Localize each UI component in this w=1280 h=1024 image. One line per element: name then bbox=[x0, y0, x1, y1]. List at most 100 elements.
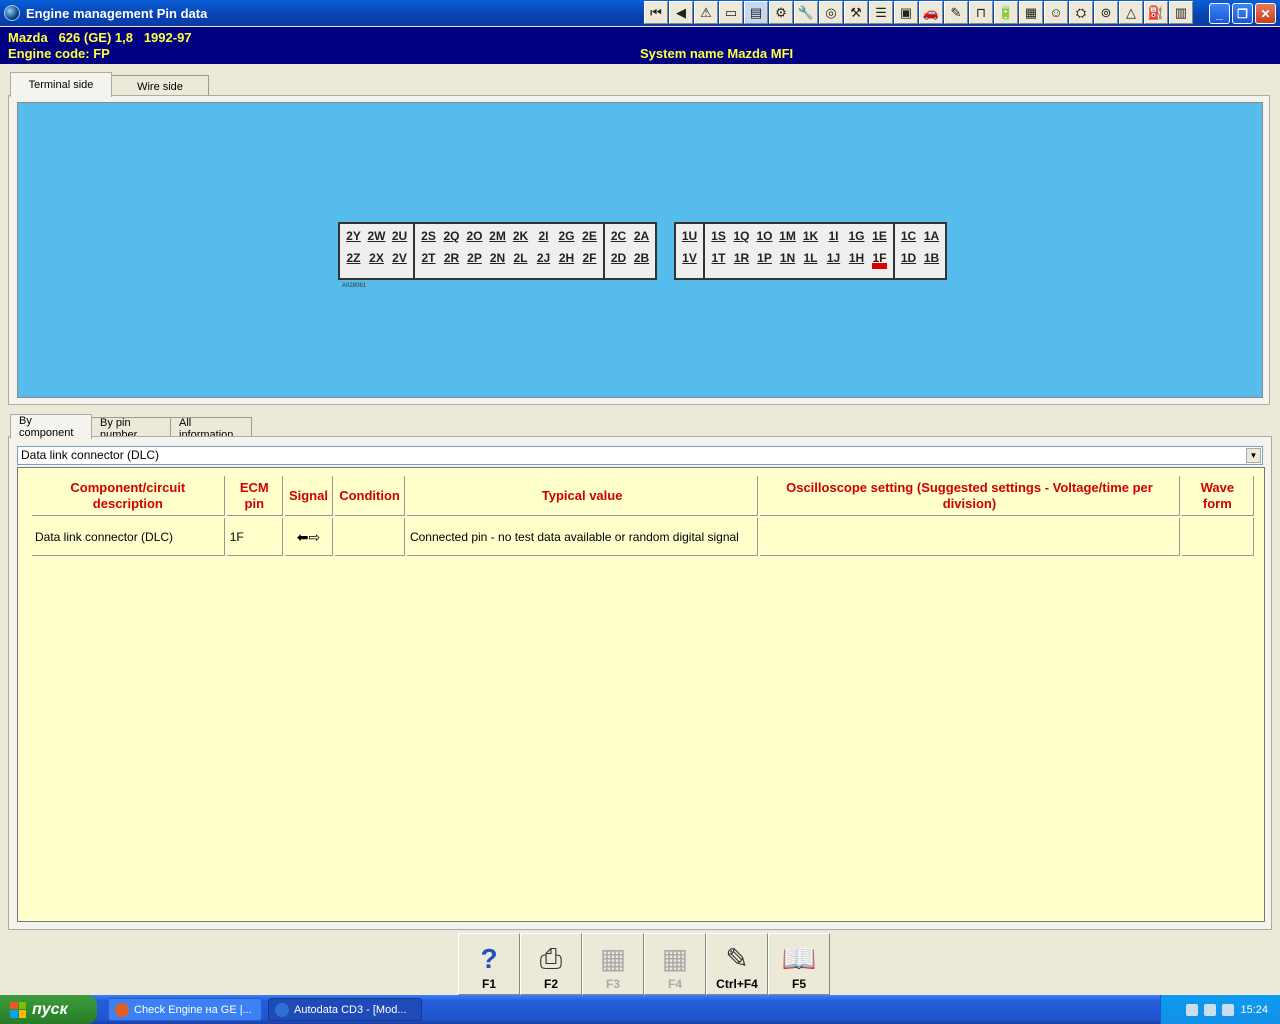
pin-2y[interactable]: 2Y bbox=[344, 226, 363, 248]
service-icon[interactable]: ⛭ bbox=[1069, 1, 1093, 24]
car-icon[interactable]: 🚗 bbox=[919, 1, 943, 24]
tab-wire-side[interactable]: Wire side bbox=[111, 75, 209, 97]
pin-2g[interactable]: 2G bbox=[557, 226, 576, 248]
pin-2u[interactable]: 2U bbox=[390, 226, 409, 248]
gear-icon[interactable]: ⚙ bbox=[769, 1, 793, 24]
close-button[interactable]: ✕ bbox=[1255, 3, 1276, 24]
pin-2k[interactable]: 2K bbox=[511, 226, 530, 248]
connector-diagram: 2Y 2Z 2W 2X 2U 2V 2S 2T 2Q 2R 2O 2P 2M 2N 2K 2L 2I 2J 2G 2H… bbox=[17, 102, 1263, 398]
pin-1p[interactable]: 1P bbox=[755, 248, 774, 270]
fkey-label: Ctrl+F4 bbox=[716, 977, 758, 991]
warning-icon[interactable]: ⚠ bbox=[694, 1, 718, 24]
volume-icon[interactable] bbox=[1204, 1003, 1217, 1016]
pin-2a[interactable]: 2A bbox=[632, 226, 651, 248]
pin-2d[interactable]: 2D bbox=[609, 248, 628, 270]
tyre-icon[interactable]: ⊚ bbox=[1094, 1, 1118, 24]
pin-1v[interactable]: 1V bbox=[680, 248, 699, 270]
fkey-f5[interactable]: 📖 F5 bbox=[768, 933, 830, 995]
pin-1c[interactable]: 1C bbox=[899, 226, 918, 248]
start-button[interactable]: пуск bbox=[0, 995, 97, 1024]
fkey-f1[interactable]: ? F1 bbox=[458, 933, 520, 995]
diagram-icon[interactable]: ▤ bbox=[744, 1, 768, 24]
pin-1k[interactable]: 1K bbox=[801, 226, 820, 248]
pin-2q[interactable]: 2Q bbox=[442, 226, 461, 248]
pin-1o[interactable]: 1O bbox=[755, 226, 774, 248]
triangle-icon[interactable]: △ bbox=[1119, 1, 1143, 24]
table-row[interactable]: Data link connector (DLC) 1F ⬅⇨ Connecte… bbox=[32, 518, 1254, 556]
pin-2w[interactable]: 2W bbox=[367, 226, 386, 248]
pin-2n[interactable]: 2N bbox=[488, 248, 507, 270]
chevron-down-icon[interactable]: ▼ bbox=[1246, 448, 1261, 463]
tab-by-component[interactable]: By component bbox=[10, 414, 92, 439]
pin-1l[interactable]: 1L bbox=[801, 248, 820, 270]
pin-1b[interactable]: 1B bbox=[922, 248, 941, 270]
maximize-button[interactable]: ❐ bbox=[1232, 3, 1253, 24]
pin-1h[interactable]: 1H bbox=[847, 248, 866, 270]
pin-1e[interactable]: 1E bbox=[870, 226, 889, 248]
fkey-label: F3 bbox=[605, 977, 620, 991]
pin-2l[interactable]: 2L bbox=[511, 248, 530, 270]
pin-1j[interactable]: 1J bbox=[824, 248, 843, 270]
pin-2z[interactable]: 2Z bbox=[344, 248, 363, 270]
pin-2h[interactable]: 2H bbox=[557, 248, 576, 270]
first-icon[interactable]: ⏮ bbox=[644, 1, 668, 24]
tab-label: By component bbox=[19, 415, 74, 439]
pin-1m[interactable]: 1M bbox=[778, 226, 797, 248]
pin-1d[interactable]: 1D bbox=[899, 248, 918, 270]
pin-2e[interactable]: 2E bbox=[580, 226, 599, 248]
engine-icon[interactable]: ⛽ bbox=[1144, 1, 1168, 24]
language-icon[interactable] bbox=[1222, 1003, 1235, 1016]
view-tabs: Terminal side Wire side bbox=[10, 72, 209, 97]
pin-2f[interactable]: 2F bbox=[580, 248, 599, 270]
pin-2x[interactable]: 2X bbox=[367, 248, 386, 270]
pin-2s[interactable]: 2S bbox=[419, 226, 438, 248]
pin-2b[interactable]: 2B bbox=[632, 248, 651, 270]
back-icon[interactable]: ◀ bbox=[669, 1, 693, 24]
component-select[interactable]: Data link connector (DLC) ▼ bbox=[17, 446, 1263, 465]
task-check-engine[interactable]: Check Engine на GE |... bbox=[108, 998, 262, 1021]
pin-1r[interactable]: 1R bbox=[732, 248, 751, 270]
pin-1n[interactable]: 1N bbox=[778, 248, 797, 270]
smiley-icon[interactable]: ☺ bbox=[1044, 1, 1068, 24]
minimize-button[interactable]: _ bbox=[1209, 3, 1230, 24]
pin-2v[interactable]: 2V bbox=[390, 248, 409, 270]
pin-1t[interactable]: 1T bbox=[709, 248, 728, 270]
pin-2t[interactable]: 2T bbox=[419, 248, 438, 270]
pin-2o[interactable]: 2O bbox=[465, 226, 484, 248]
pin-1f[interactable]: 1F bbox=[870, 248, 889, 270]
pin-2j[interactable]: 2J bbox=[534, 248, 553, 270]
fkey-f3: ▦ F3 bbox=[582, 933, 644, 995]
pin-1q[interactable]: 1Q bbox=[732, 226, 751, 248]
fkey-f2[interactable]: ⎙ F2 bbox=[520, 933, 582, 995]
cell-wave-form[interactable] bbox=[1181, 518, 1254, 556]
pin-2m[interactable]: 2M bbox=[488, 226, 507, 248]
lift-icon[interactable]: ⊓ bbox=[969, 1, 993, 24]
wrench-icon[interactable]: 🔧 bbox=[794, 1, 818, 24]
battery-icon[interactable]: 🔋 bbox=[994, 1, 1018, 24]
fkey-ctrl-f4[interactable]: ✎ Ctrl+F4 bbox=[706, 933, 768, 995]
disc-icon[interactable]: ◎ bbox=[819, 1, 843, 24]
fkey-label: F2 bbox=[543, 977, 558, 991]
cell-oscilloscope bbox=[760, 518, 1180, 556]
book-icon: 📖 bbox=[781, 943, 817, 974]
calendar-icon[interactable]: ▦ bbox=[1019, 1, 1043, 24]
task-autodata[interactable]: Autodata CD3 - [Mod... bbox=[268, 998, 422, 1021]
network-icon[interactable] bbox=[1186, 1003, 1199, 1016]
list-icon[interactable]: ☰ bbox=[869, 1, 893, 24]
pin-2c[interactable]: 2C bbox=[609, 226, 628, 248]
note-icon[interactable]: ▥ bbox=[1169, 1, 1193, 24]
pin-1s[interactable]: 1S bbox=[709, 226, 728, 248]
pin-1g[interactable]: 1G bbox=[847, 226, 866, 248]
save-icon[interactable]: ▣ bbox=[894, 1, 918, 24]
tool-icon[interactable]: ⚒ bbox=[844, 1, 868, 24]
pin-1a[interactable]: 1A bbox=[922, 226, 941, 248]
task-label: Autodata CD3 - [Mod... bbox=[294, 1003, 407, 1016]
pin-2p[interactable]: 2P bbox=[465, 248, 484, 270]
pin-2r[interactable]: 2R bbox=[442, 248, 461, 270]
tab-terminal-side[interactable]: Terminal side bbox=[10, 72, 112, 97]
pin-2i[interactable]: 2I bbox=[534, 226, 553, 248]
pin-1i[interactable]: 1I bbox=[824, 226, 843, 248]
pin-1u[interactable]: 1U bbox=[680, 226, 699, 248]
page-icon[interactable]: ▭ bbox=[719, 1, 743, 24]
probe-icon[interactable]: ✎ bbox=[944, 1, 968, 24]
